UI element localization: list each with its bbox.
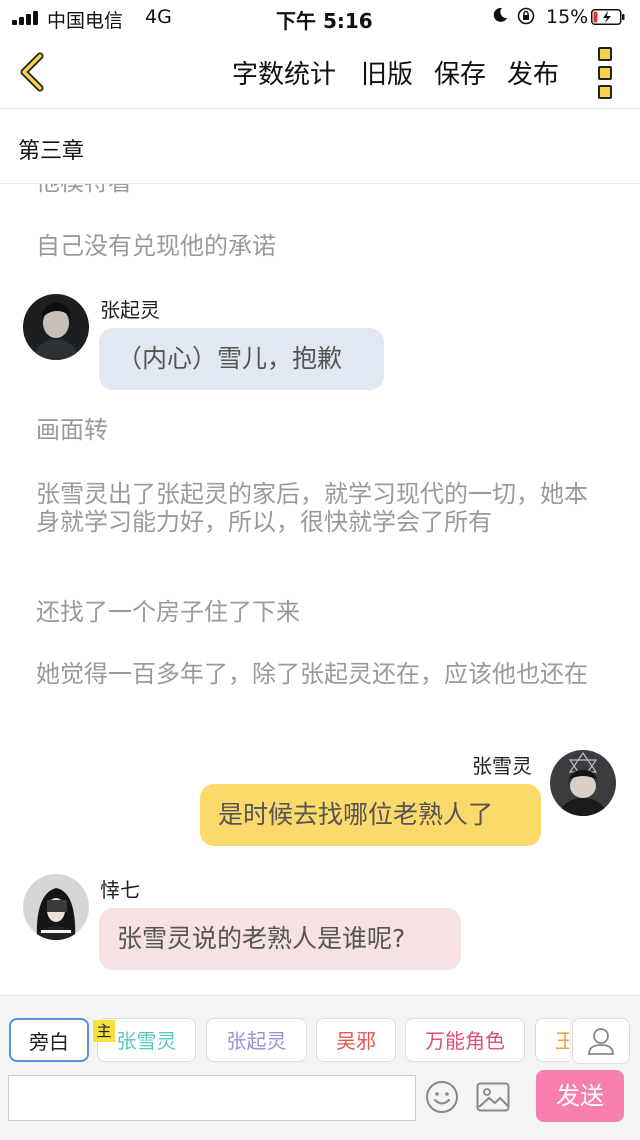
- chat-bubble[interactable]: （内心）雪儿，抱歉: [99, 328, 384, 390]
- role-chip-zhang-qiling[interactable]: 张起灵: [206, 1018, 307, 1062]
- narration-line: 自己没有兑现他的承诺: [36, 232, 276, 260]
- narration-line: 还找了一个房子住了下来: [36, 598, 300, 626]
- clock: 下午 5:16: [276, 9, 373, 33]
- role-chip-wang[interactable]: 王: [535, 1018, 569, 1062]
- moon-icon: [493, 7, 507, 22]
- chapter-title[interactable]: 第三章: [18, 133, 84, 165]
- avatar-zhang-qiling[interactable]: [23, 294, 89, 360]
- word-count-button[interactable]: 字数统计: [232, 54, 336, 91]
- avatar-zhang-xueling[interactable]: [550, 750, 616, 816]
- back-arrow-icon[interactable]: [14, 52, 48, 92]
- carrier-label: 中国电信: [47, 10, 124, 32]
- battery-percent: 15%: [546, 6, 589, 28]
- network-label: 4G: [145, 6, 172, 28]
- save-button[interactable]: 保存: [434, 54, 486, 91]
- top-nav-bar: 字数统计 旧版 保存 发布: [0, 36, 640, 109]
- avatar-xing-qi[interactable]: [23, 874, 89, 940]
- main-role-badge: 主: [93, 1020, 115, 1042]
- chat-bubble[interactable]: 张雪灵说的老熟人是谁呢?: [99, 908, 461, 970]
- story-content[interactable]: 他模特看 自己没有兑现他的承诺 张起灵 （内心）雪儿，抱歉 画面转 张雪灵出了张…: [0, 184, 640, 994]
- image-icon[interactable]: [476, 1082, 510, 1112]
- battery-charging-icon: [591, 9, 625, 25]
- user-icon: [588, 1028, 614, 1055]
- signal-icon: [12, 11, 40, 25]
- speaker-name: 张雪灵: [472, 754, 532, 778]
- send-button[interactable]: 发送: [536, 1070, 624, 1122]
- more-menu-icon[interactable]: [594, 47, 616, 99]
- speaker-name: 悻七: [100, 878, 140, 902]
- publish-button[interactable]: 发布: [507, 54, 559, 91]
- narration-paragraph: 张雪灵出了张起灵的家后，就学习现代的一切，她本身就学习能力好，所以，很快就学会了…: [36, 480, 588, 536]
- message-input[interactable]: [8, 1075, 416, 1121]
- add-role-button[interactable]: [572, 1018, 630, 1064]
- chapter-header: 第三章: [0, 109, 640, 184]
- compose-bar: 旁白 张雪灵 主 张起灵 吴邪 万能角色 王 发送: [0, 995, 640, 1140]
- chat-bubble[interactable]: 是时候去找哪位老熟人了: [200, 784, 541, 846]
- role-chip-wu-xie[interactable]: 吴邪: [316, 1018, 396, 1062]
- old-version-button[interactable]: 旧版: [361, 54, 413, 91]
- speaker-name: 张起灵: [100, 298, 160, 322]
- narration-line: 画面转: [36, 416, 108, 444]
- status-bar: 中国电信 4G 下午 5:16 15%: [0, 0, 640, 36]
- narration-partial: 他模特看: [36, 184, 596, 196]
- role-chip-universal[interactable]: 万能角色: [405, 1018, 525, 1062]
- rotation-lock-icon: [517, 7, 535, 25]
- emoji-icon[interactable]: [425, 1080, 459, 1114]
- role-chip-narrator[interactable]: 旁白: [9, 1018, 89, 1062]
- narration-paragraph: 她觉得一百多年了，除了张起灵还在，应该他也还在: [36, 660, 588, 688]
